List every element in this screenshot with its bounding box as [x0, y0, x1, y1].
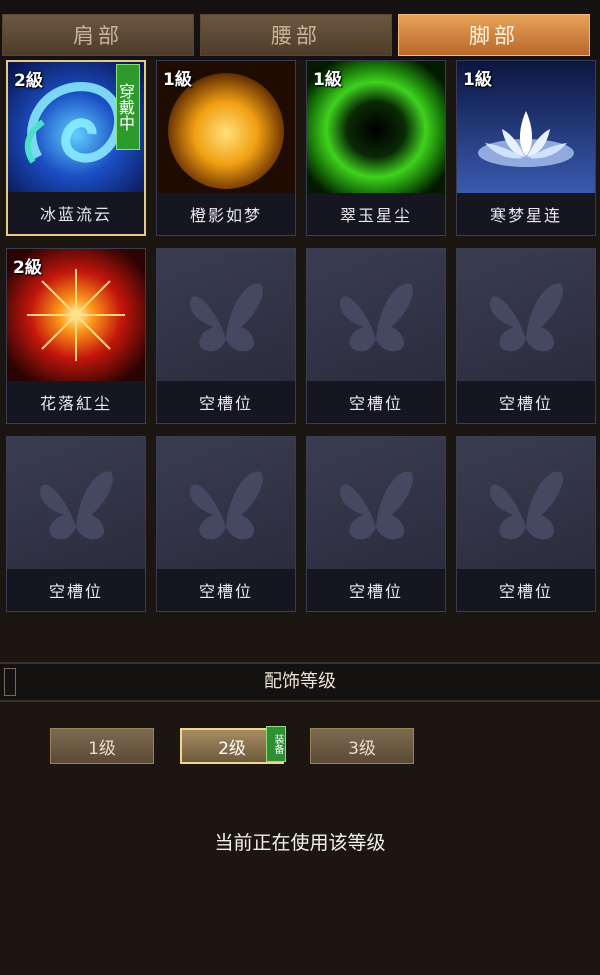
level-1-button[interactable]: 1级: [50, 728, 154, 764]
level-label: 1級: [463, 70, 492, 90]
accessory-level-header: 配饰等级: [0, 662, 600, 702]
level-label: 1級: [163, 70, 192, 90]
accessory-name: 橙影如梦: [157, 193, 295, 235]
accessory-name: 空槽位: [7, 569, 145, 611]
butterfly-icon: [307, 249, 445, 381]
accessory-name: 空槽位: [157, 569, 295, 611]
accessory-name: 空槽位: [457, 381, 595, 423]
accessory-name: 空槽位: [457, 569, 595, 611]
empty-slot[interactable]: 空槽位: [6, 436, 146, 612]
level-label: 2級: [14, 71, 43, 91]
accessory-slot[interactable]: 1級 寒梦星连: [456, 60, 596, 236]
tab-bar: 肩部 腰部 脚部: [0, 0, 600, 60]
accessory-name: 翠玉星尘: [307, 193, 445, 235]
accessory-slot[interactable]: 2級 穿戴中 冰蓝流云: [6, 60, 146, 236]
butterfly-icon: [7, 437, 145, 569]
tab-shoulder[interactable]: 肩部: [2, 14, 194, 56]
section-title: 配饰等级: [264, 671, 336, 692]
empty-slot[interactable]: 空槽位: [456, 436, 596, 612]
accessory-name: 空槽位: [157, 381, 295, 423]
tab-waist[interactable]: 腰部: [200, 14, 392, 56]
accessory-name: 空槽位: [307, 381, 445, 423]
accessory-name: 空槽位: [307, 569, 445, 611]
butterfly-icon: [457, 437, 595, 569]
empty-slot[interactable]: 空槽位: [306, 436, 446, 612]
empty-slot[interactable]: 空槽位: [156, 248, 296, 424]
tab-feet[interactable]: 脚部: [398, 14, 590, 56]
butterfly-icon: [157, 437, 295, 569]
accessory-name: 寒梦星连: [457, 193, 595, 235]
level-3-button[interactable]: 3级: [310, 728, 414, 764]
empty-slot[interactable]: 空槽位: [456, 248, 596, 424]
level-label: 2級: [13, 258, 42, 278]
empty-slot[interactable]: 空槽位: [156, 436, 296, 612]
accessory-slot[interactable]: 2級 花落紅尘: [6, 248, 146, 424]
accessory-slot[interactable]: 1級 翠玉星尘: [306, 60, 446, 236]
accessory-name: 花落紅尘: [7, 381, 145, 423]
butterfly-icon: [157, 249, 295, 381]
equipped-badge: 穿戴中: [116, 64, 140, 150]
butterfly-icon: [457, 249, 595, 381]
accessory-name: 冰蓝流云: [8, 192, 144, 234]
status-text: 当前正在使用该等级: [214, 832, 386, 854]
equipped-tag: 装备: [266, 726, 286, 762]
level-label: 1級: [313, 70, 342, 90]
empty-slot[interactable]: 空槽位: [306, 248, 446, 424]
accessory-slot[interactable]: 1級 橙影如梦: [156, 60, 296, 236]
butterfly-icon: [307, 437, 445, 569]
